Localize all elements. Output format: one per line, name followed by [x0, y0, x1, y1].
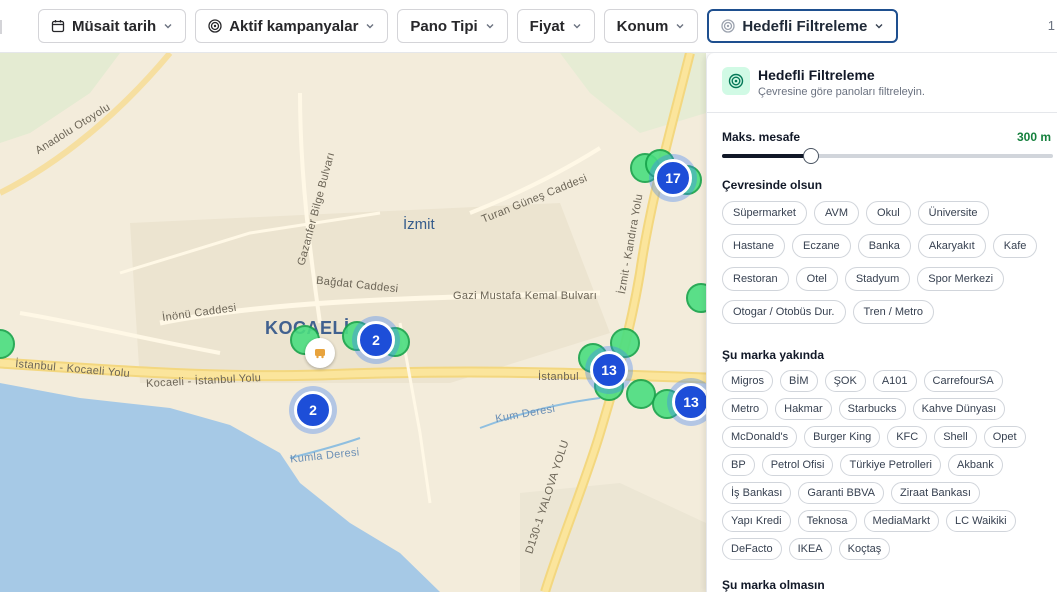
target-icon: [208, 19, 222, 33]
brand-chip-akbank[interactable]: Akbank: [948, 454, 1003, 476]
brand-chip-burger-king[interactable]: Burger King: [804, 426, 881, 448]
brand-chip-starbucks[interactable]: Starbucks: [838, 398, 906, 420]
panel-title: Hedefli Filtreleme: [758, 67, 875, 83]
brand-chip-petrol-ofisi[interactable]: Petrol Ofisi: [761, 454, 834, 476]
brand-chip-koctas[interactable]: Koçtaş: [838, 538, 891, 560]
map-cluster[interactable]: 13: [672, 383, 706, 421]
filter-active-campaigns[interactable]: Aktif kampanyalar: [195, 9, 389, 43]
panel-body: Maks. mesafe 300 m Çevresinde olsun Süpe…: [707, 130, 1057, 592]
around-chip-akaryakit[interactable]: Akaryakıt: [917, 234, 986, 258]
city-label: İzmit: [403, 216, 435, 233]
chevron-down-icon: [676, 24, 684, 29]
street-label: Gazi Mustafa Kemal Bulvarı: [453, 290, 598, 302]
around-chip-tren-metro[interactable]: Tren / Metro: [852, 300, 934, 324]
brand-chip-ikea[interactable]: IKEA: [788, 538, 832, 560]
map-view[interactable]: Anadolu Otoyolu Gazanfer Bilge Bulvarı T…: [0, 53, 706, 592]
slider-fill: [722, 154, 812, 158]
brand-chip-garanti-bbva[interactable]: Garanti BBVA: [798, 482, 885, 504]
around-chip-hastane[interactable]: Hastane: [722, 234, 785, 258]
brand-chip-kahve-dunyasi[interactable]: Kahve Dünyası: [912, 398, 1006, 420]
filter-price[interactable]: Fiyat: [516, 9, 595, 43]
filter-label: Hedefli Filtreleme: [742, 17, 868, 35]
around-chip-otel[interactable]: Otel: [795, 267, 838, 291]
brand-chip-teknosa[interactable]: Teknosa: [797, 510, 857, 532]
filter-targeted[interactable]: Hedefli Filtreleme: [707, 9, 899, 43]
targeted-filter-panel: Hedefli Filtreleme Çevresine göre panola…: [706, 53, 1057, 592]
brand-chip-kfc[interactable]: KFC: [887, 426, 928, 448]
around-section-label: Çevresinde olsun: [722, 178, 823, 192]
toolbar-left-edge: [0, 20, 2, 34]
around-chip-okul[interactable]: Okul: [866, 201, 911, 225]
panel-header: Hedefli Filtreleme Çevresine göre panola…: [707, 53, 1057, 113]
brand-chip-turkiye-petrolleri[interactable]: Türkiye Petrolleri: [840, 454, 942, 476]
distance-label: Maks. mesafe: [722, 130, 801, 144]
chevron-down-icon: [875, 24, 883, 29]
brand-chip-carrefoursa[interactable]: CarrefourSA: [923, 370, 1003, 392]
panel-icon-badge: [722, 67, 750, 95]
around-chip-restoran[interactable]: Restoran: [722, 267, 789, 291]
filter-label: Pano Tipi: [410, 17, 478, 35]
brand-near-section-label: Şu marka yakında: [722, 348, 825, 362]
filter-available-date[interactable]: Müsait tarih: [38, 9, 187, 43]
filter-label: Aktif kampanyalar: [229, 17, 359, 35]
brand-chip-hakmar[interactable]: Hakmar: [775, 398, 832, 420]
around-chip-avm[interactable]: AVM: [813, 201, 860, 225]
map-cluster[interactable]: 2: [294, 391, 332, 429]
calendar-icon: [51, 20, 65, 33]
brand-chip-opet[interactable]: Opet: [983, 426, 1026, 448]
brand-chip-shell[interactable]: Shell: [934, 426, 977, 448]
around-chip-otogar-otobus-dur[interactable]: Otogar / Otobüs Dur.: [722, 300, 846, 324]
brand-chip-yapi-kredi[interactable]: Yapı Kredi: [722, 510, 791, 532]
slider-thumb[interactable]: [803, 148, 820, 164]
brand-chip-metro[interactable]: Metro: [722, 398, 769, 420]
filter-board-type[interactable]: Pano Tipi: [397, 9, 508, 43]
chevron-down-icon: [486, 24, 494, 29]
map-cluster[interactable]: 17: [654, 159, 692, 197]
brand-chip-lc-waikiki[interactable]: LC Waikiki: [946, 510, 1016, 532]
around-chip-stadyum[interactable]: Stadyum: [844, 267, 911, 291]
distance-row: Maks. mesafe 300 m: [722, 130, 1057, 144]
around-chip-banka[interactable]: Banka: [857, 234, 911, 258]
brand-chip-bim[interactable]: BİM: [780, 370, 818, 392]
around-chip-list: Süpermarket AVM Okul Üniversite Hastane Eczan…: [722, 201, 1057, 324]
around-chip-spor-merkezi[interactable]: Spor Merkezi: [917, 267, 1005, 291]
brand-chip-mcdonald-s[interactable]: McDonald's: [722, 426, 798, 448]
map-poi-marker[interactable]: [305, 338, 335, 368]
chevron-down-icon: [164, 24, 172, 29]
brand-chip-is-bankasi[interactable]: İş Bankası: [722, 482, 792, 504]
map-cluster[interactable]: 2: [357, 321, 395, 359]
filter-toolbar: Müsait tarih Aktif kampanyalar Pano Tipi…: [0, 0, 1057, 53]
brand-chip-defacto[interactable]: DeFacto: [722, 538, 782, 560]
filter-label: Müsait tarih: [72, 17, 157, 35]
brand-chip-sok[interactable]: ŞOK: [824, 370, 866, 392]
around-chip-supermarket[interactable]: Süpermarket: [722, 201, 807, 225]
brand-chip-migros[interactable]: Migros: [722, 370, 774, 392]
filter-label: Konum: [616, 17, 669, 35]
distance-slider[interactable]: [722, 148, 1053, 164]
brand-near-chip-list: Migros BİM ŞOK A101 CarrefourSA Metro Hakmar St…: [722, 370, 1057, 560]
around-chip-kafe[interactable]: Kafe: [992, 234, 1038, 258]
filter-label: Fiyat: [529, 17, 565, 35]
toolbar-edge-text: 1: [1047, 18, 1055, 33]
brand-chip-mediamarkt[interactable]: MediaMarkt: [863, 510, 940, 532]
street-label: İstanbul: [538, 371, 579, 383]
target-icon: [721, 19, 735, 33]
filter-location[interactable]: Konum: [603, 9, 699, 43]
brand-chip-bp[interactable]: BP: [722, 454, 755, 476]
around-chip-universite[interactable]: Üniversite: [917, 201, 989, 225]
panel-subtitle: Çevresine göre panoları filtreleyin.: [758, 86, 925, 98]
chevron-down-icon: [366, 24, 374, 29]
brand-chip-a101[interactable]: A101: [872, 370, 917, 392]
map-cluster[interactable]: 13: [590, 351, 628, 389]
bus-icon: [315, 349, 325, 359]
target-icon: [728, 73, 744, 89]
brand-not-section-label: Şu marka olmasın: [722, 578, 825, 592]
brand-chip-ziraat-bankasi[interactable]: Ziraat Bankası: [891, 482, 980, 504]
around-chip-eczane[interactable]: Eczane: [791, 234, 851, 258]
distance-value: 300 m: [1016, 130, 1051, 144]
chevron-down-icon: [573, 24, 581, 29]
